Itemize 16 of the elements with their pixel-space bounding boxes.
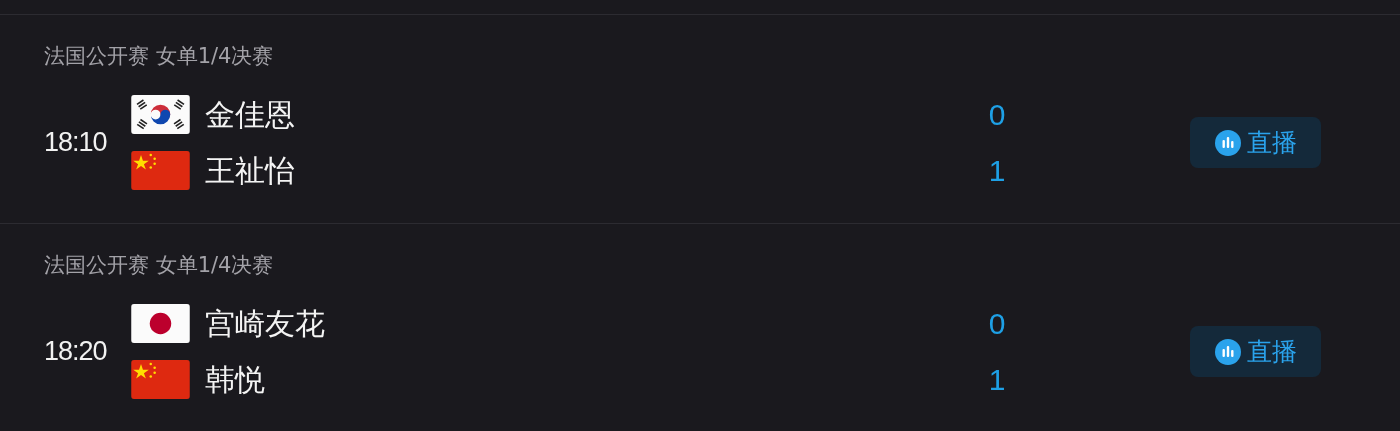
player-name: 王祉怡	[205, 152, 296, 190]
match-title: 法国公开赛 女单1/4决赛	[44, 43, 275, 70]
live-button[interactable]: 直播	[1190, 117, 1321, 168]
player-name: 金佳恩	[205, 96, 296, 134]
score: 0	[987, 306, 1007, 341]
player-name: 宫崎友花	[205, 305, 326, 343]
score: 0	[987, 97, 1007, 132]
score: 1	[987, 362, 1007, 397]
match-time: 18:20	[44, 336, 108, 367]
match-title: 法国公开赛 女单1/4决赛	[44, 252, 275, 279]
score: 1	[987, 153, 1007, 188]
match-time: 18:10	[44, 127, 108, 158]
player-name: 韩悦	[205, 361, 266, 399]
bar-chart-icon	[1214, 129, 1241, 156]
bar-chart-icon	[1214, 338, 1241, 365]
live-button[interactable]: 直播	[1190, 326, 1321, 377]
